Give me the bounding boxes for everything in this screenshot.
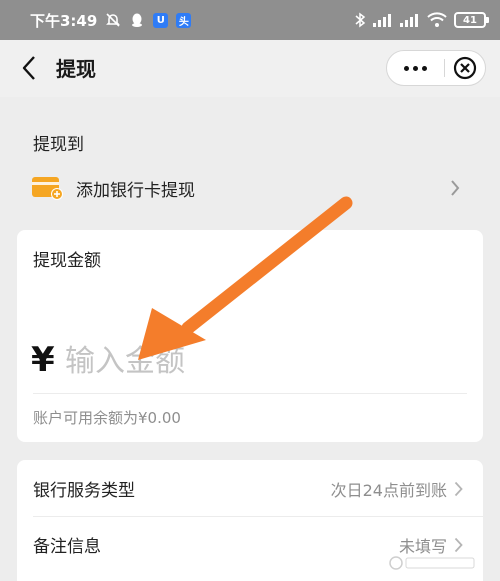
qq-icon — [129, 12, 145, 28]
news-app-icon: 头 — [176, 12, 192, 28]
navigation-bar: 提现 — [0, 40, 500, 97]
service-type-label: 银行服务类型 — [33, 481, 135, 501]
add-bank-card-row[interactable]: 添加银行卡提现 — [0, 169, 500, 205]
battery-icon: 41 — [454, 12, 489, 28]
mini-program-capsule — [386, 50, 486, 86]
more-button[interactable] — [387, 51, 444, 85]
withdraw-amount-card: 提现金额 ¥ 账户可用余额为¥0.00 — [17, 230, 483, 442]
more-dot-icon — [413, 65, 419, 71]
wifi-icon — [427, 12, 447, 28]
bluetooth-icon — [354, 12, 366, 28]
more-dot-icon — [404, 65, 410, 71]
chevron-left-icon — [22, 56, 35, 80]
baidu-watermark-logo — [388, 552, 478, 577]
available-balance-text: 账户可用余额为¥0.00 — [33, 409, 181, 427]
close-circle-icon — [454, 56, 477, 80]
withdraw-to-section: 提现到 添加银行卡提现 — [0, 97, 500, 227]
more-dot-icon — [422, 65, 428, 71]
divider — [33, 393, 467, 394]
status-right: 41 — [354, 12, 489, 28]
chevron-right-icon — [454, 537, 463, 553]
chevron-right-icon — [451, 180, 460, 196]
mute-bell-icon — [105, 12, 121, 28]
back-button[interactable] — [16, 54, 42, 82]
status-left: 下午3:49 U 头 — [30, 10, 192, 31]
status-time: 下午3:49 — [30, 11, 98, 30]
add-bank-card-label: 添加银行卡提现 — [76, 181, 195, 201]
status-bar: 下午3:49 U 头 41 — [0, 0, 500, 40]
hd-signal-icon — [400, 13, 420, 27]
withdraw-to-label: 提现到 — [33, 135, 84, 155]
service-type-row[interactable]: 银行服务类型 次日24点前到账 — [17, 460, 483, 516]
remark-label: 备注信息 — [33, 537, 101, 557]
amount-input[interactable] — [65, 338, 465, 384]
app-notification-icon: U — [153, 12, 169, 28]
chevron-right-icon — [454, 481, 463, 497]
service-type-value: 次日24点前到账 — [330, 481, 447, 500]
page-title: 提现 — [56, 57, 96, 81]
signal-icon — [373, 13, 393, 27]
bank-card-add-icon — [32, 177, 63, 200]
close-button[interactable] — [445, 51, 485, 85]
currency-symbol: ¥ — [31, 340, 55, 380]
withdraw-amount-title: 提现金额 — [33, 251, 101, 271]
